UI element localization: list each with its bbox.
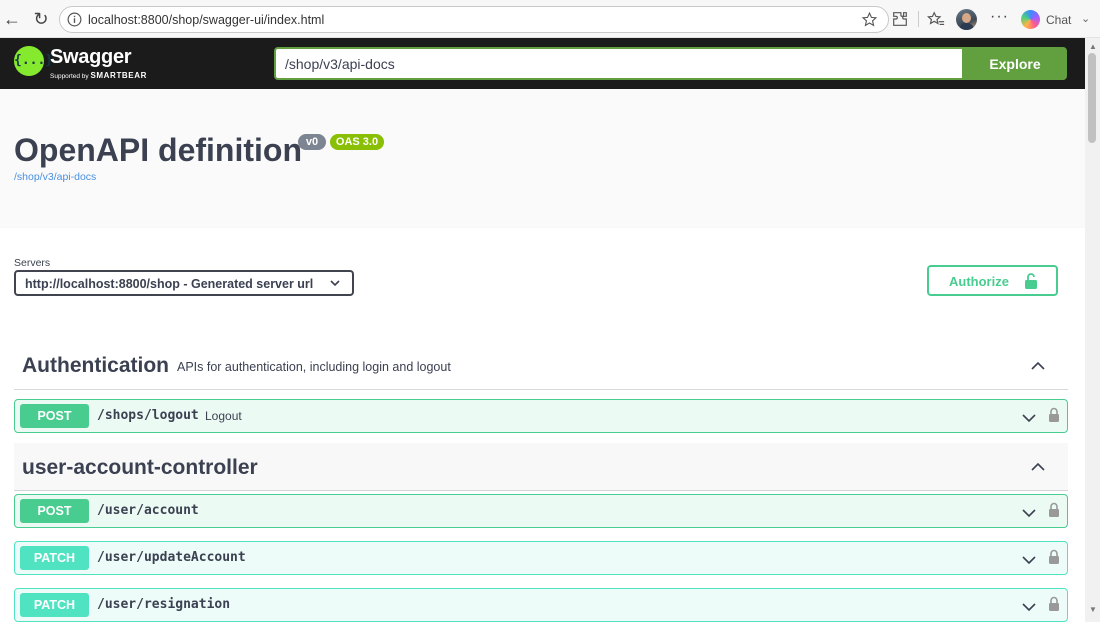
api-info: OpenAPI definition v0 OAS 3.0 /shop/v3/a…: [0, 89, 1085, 228]
chevron-up-icon[interactable]: [1030, 358, 1046, 374]
page-title: OpenAPI definition: [14, 132, 302, 168]
chevron-down-icon[interactable]: [1021, 410, 1037, 426]
authorize-button[interactable]: Authorize: [927, 265, 1058, 296]
copilot-icon[interactable]: [1021, 10, 1040, 29]
operation-path: /user/account: [97, 503, 199, 518]
chevron-down-icon[interactable]: ⌄: [1081, 12, 1090, 25]
operations-section: Authentication APIs for authentication, …: [0, 324, 1085, 622]
opblock-post-user-account[interactable]: POST /user/account: [14, 494, 1068, 528]
lock-icon[interactable]: [1048, 596, 1060, 612]
swagger-logo-icon[interactable]: {...}: [14, 46, 53, 76]
avatar-face: [962, 13, 971, 23]
spec-url-input[interactable]: [274, 47, 964, 80]
tag-name[interactable]: Authentication: [22, 354, 169, 378]
tag-name[interactable]: user-account-controller: [22, 456, 258, 480]
method-badge: POST: [20, 404, 89, 428]
toolbar-divider: [918, 11, 919, 27]
operation-path: /user/resignation: [97, 597, 231, 612]
operation-summary: Logout: [205, 409, 242, 423]
server-select[interactable]: http://localhost:8800/shop - Generated s…: [14, 270, 354, 296]
chat-label[interactable]: Chat: [1046, 13, 1071, 27]
extensions-icon[interactable]: [891, 10, 909, 28]
info-icon[interactable]: [66, 11, 83, 28]
lock-icon[interactable]: [1048, 549, 1060, 565]
page-scrollbar[interactable]: ▲ ▼: [1085, 38, 1100, 622]
opblock-patch-user-updateaccount[interactable]: PATCH /user/updateAccount: [14, 541, 1068, 575]
scroll-down-arrow-icon[interactable]: ▼: [1089, 605, 1097, 614]
chevron-up-icon[interactable]: [1030, 459, 1046, 475]
chevron-down-icon[interactable]: [1021, 599, 1037, 615]
chevron-down-icon[interactable]: [1021, 552, 1037, 568]
opblock-patch-user-resignation[interactable]: PATCH /user/resignation: [14, 588, 1068, 622]
version-badge: v0: [298, 134, 326, 150]
lock-icon[interactable]: [1048, 502, 1060, 518]
scroll-up-arrow-icon[interactable]: ▲: [1089, 42, 1097, 51]
swagger-logo-subtitle: Supported by SMARTBEAR: [50, 71, 147, 80]
spec-link[interactable]: /shop/v3/api-docs: [14, 171, 96, 183]
scrollbar-thumb[interactable]: [1088, 53, 1096, 143]
servers-label: Servers: [14, 257, 51, 269]
favorites-icon[interactable]: [927, 10, 945, 28]
avatar-body: [959, 23, 974, 30]
back-arrow-icon[interactable]: ←: [2, 9, 22, 29]
tag-header-authentication[interactable]: Authentication APIs for authentication, …: [14, 342, 1068, 390]
authorize-label: Authorize: [949, 274, 1009, 289]
method-badge: PATCH: [20, 593, 89, 617]
logo-brand-text: SMARTBEAR: [90, 71, 147, 80]
unlocked-icon: [1025, 273, 1037, 289]
oas-badge: OAS 3.0: [330, 134, 384, 150]
operation-path: /shops/logout: [97, 408, 199, 423]
profile-avatar[interactable]: [956, 9, 977, 30]
chevron-down-icon: [330, 280, 340, 287]
swagger-logo-title[interactable]: Swagger: [50, 46, 132, 69]
url-text[interactable]: localhost:8800/shop/swagger-ui/index.htm…: [88, 13, 324, 27]
server-select-value[interactable]: http://localhost:8800/shop - Generated s…: [25, 277, 313, 291]
method-badge: POST: [20, 499, 89, 523]
method-badge: PATCH: [20, 546, 89, 570]
opblock-post-shops-logout[interactable]: POST /shops/logout Logout: [14, 399, 1068, 433]
tag-header-user-account-controller[interactable]: user-account-controller: [14, 443, 1068, 491]
explore-button[interactable]: Explore: [963, 47, 1067, 80]
favorite-star-icon[interactable]: [861, 11, 878, 28]
operation-path: /user/updateAccount: [97, 550, 246, 565]
reload-icon[interactable]: ↻: [31, 9, 51, 29]
logo-supported-text: Supported by: [50, 73, 89, 80]
address-bar[interactable]: localhost:8800/shop/swagger-ui/index.htm…: [59, 6, 889, 33]
swagger-topbar: {...} Swagger Supported by SMARTBEAR Exp…: [0, 38, 1085, 89]
more-options-icon[interactable]: ···: [990, 8, 1009, 26]
browser-toolbar: ← ↻ localhost:8800/shop/swagger-ui/index…: [0, 0, 1100, 38]
scheme-container: Servers http://localhost:8800/shop - Gen…: [0, 228, 1085, 324]
chevron-down-icon[interactable]: [1021, 505, 1037, 521]
tag-description: APIs for authentication, including login…: [177, 360, 451, 374]
lock-icon[interactable]: [1048, 407, 1060, 423]
